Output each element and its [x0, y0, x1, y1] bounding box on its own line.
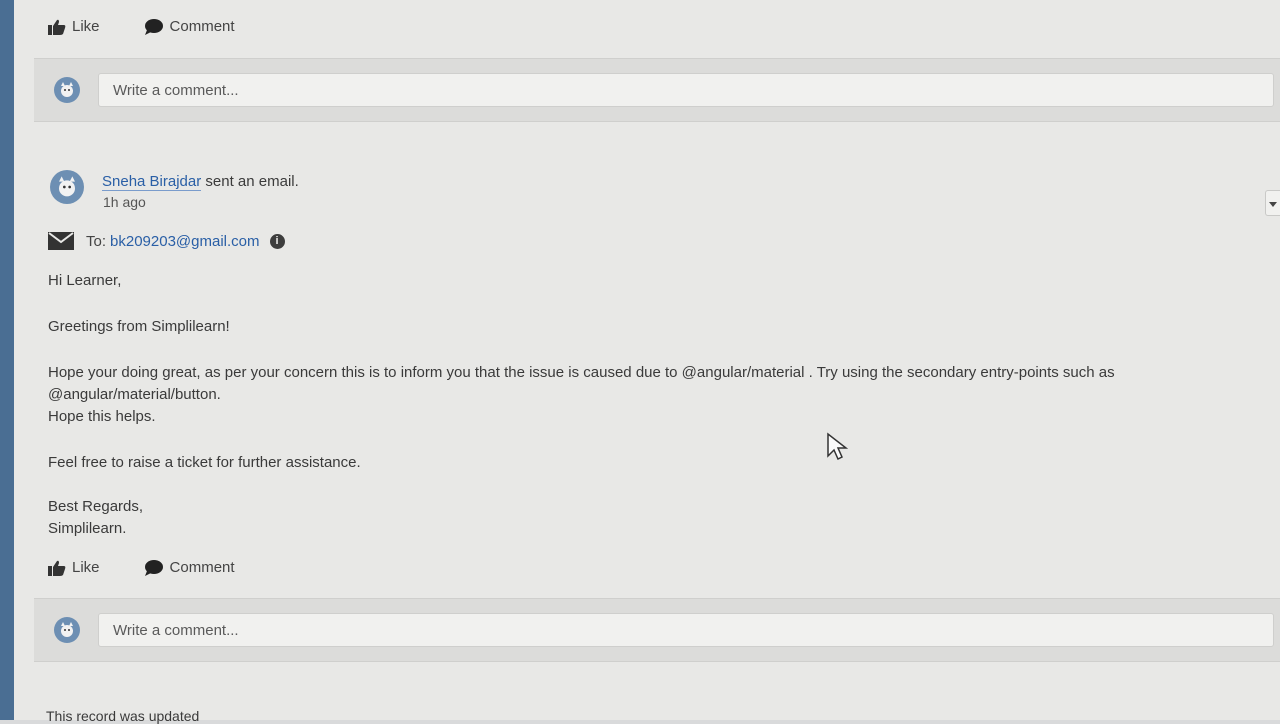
post-actions-bottom: Like Comment: [48, 559, 235, 576]
like-label: Like: [72, 559, 100, 576]
comment-input-top[interactable]: [98, 73, 1274, 107]
email-signoff: Best Regards, Simplilearn.: [48, 496, 143, 540]
envelope-icon: [48, 232, 74, 250]
like-icon: [48, 560, 66, 576]
comment-bar-bottom: [34, 598, 1280, 662]
dropdown-arrow-icon: [1269, 194, 1277, 212]
post-author-line: Sneha Birajdar sent an email.: [102, 173, 299, 191]
email-line-greetings: Greetings from Simplilearn!: [48, 318, 230, 335]
record-updated-note: This record was updated: [46, 708, 200, 724]
comment-input-bottom[interactable]: [98, 613, 1274, 647]
email-signoff-line-2: Simplilearn.: [48, 520, 127, 537]
comment-label: Comment: [169, 18, 235, 35]
author-link[interactable]: Sneha Birajdar: [102, 173, 202, 191]
comment-bubble-icon: [144, 18, 164, 35]
like-button[interactable]: Like: [48, 18, 100, 35]
comment-button[interactable]: Comment: [144, 18, 235, 35]
info-icon[interactable]: i: [269, 233, 285, 249]
like-label: Like: [72, 18, 100, 35]
email-paragraph-line-1: Hope your doing great, as per your conce…: [48, 364, 1115, 381]
email-greeting: Hi Learner,: [48, 272, 122, 289]
comment-button[interactable]: Comment: [144, 559, 235, 576]
to-label: To:: [86, 232, 107, 250]
email-paragraph-line-3: Hope this helps.: [48, 408, 156, 425]
recipient-email-link[interactable]: bk209203@gmail.com: [110, 233, 259, 250]
email-paragraph: Hope your doing great, as per your conce…: [48, 362, 1228, 428]
like-icon: [48, 19, 66, 35]
email-recipient-row: To: bk209203@gmail.com i: [48, 232, 285, 250]
comment-bubble-icon: [144, 559, 164, 576]
avatar-icon: [54, 77, 80, 103]
email-paragraph-line-2: @angular/material/button.: [48, 386, 221, 403]
email-line-ticket: Feel free to raise a ticket for further …: [48, 454, 361, 471]
feed-panel: Like Comment Sneha Birajdar sent an emai…: [14, 0, 1280, 724]
post-menu-button[interactable]: [1265, 190, 1280, 216]
like-button[interactable]: Like: [48, 559, 100, 576]
avatar-icon: [54, 617, 80, 643]
post-time[interactable]: 1h ago: [103, 194, 146, 210]
window-left-edge: [0, 0, 14, 720]
email-signoff-line-1: Best Regards,: [48, 498, 144, 515]
post-actions-top: Like Comment: [48, 18, 235, 35]
comment-label: Comment: [169, 559, 235, 576]
comment-bar-top: [34, 58, 1280, 122]
mouse-cursor-icon: [826, 432, 849, 467]
author-avatar[interactable]: [50, 170, 84, 204]
post-action-text: sent an email.: [205, 173, 299, 190]
